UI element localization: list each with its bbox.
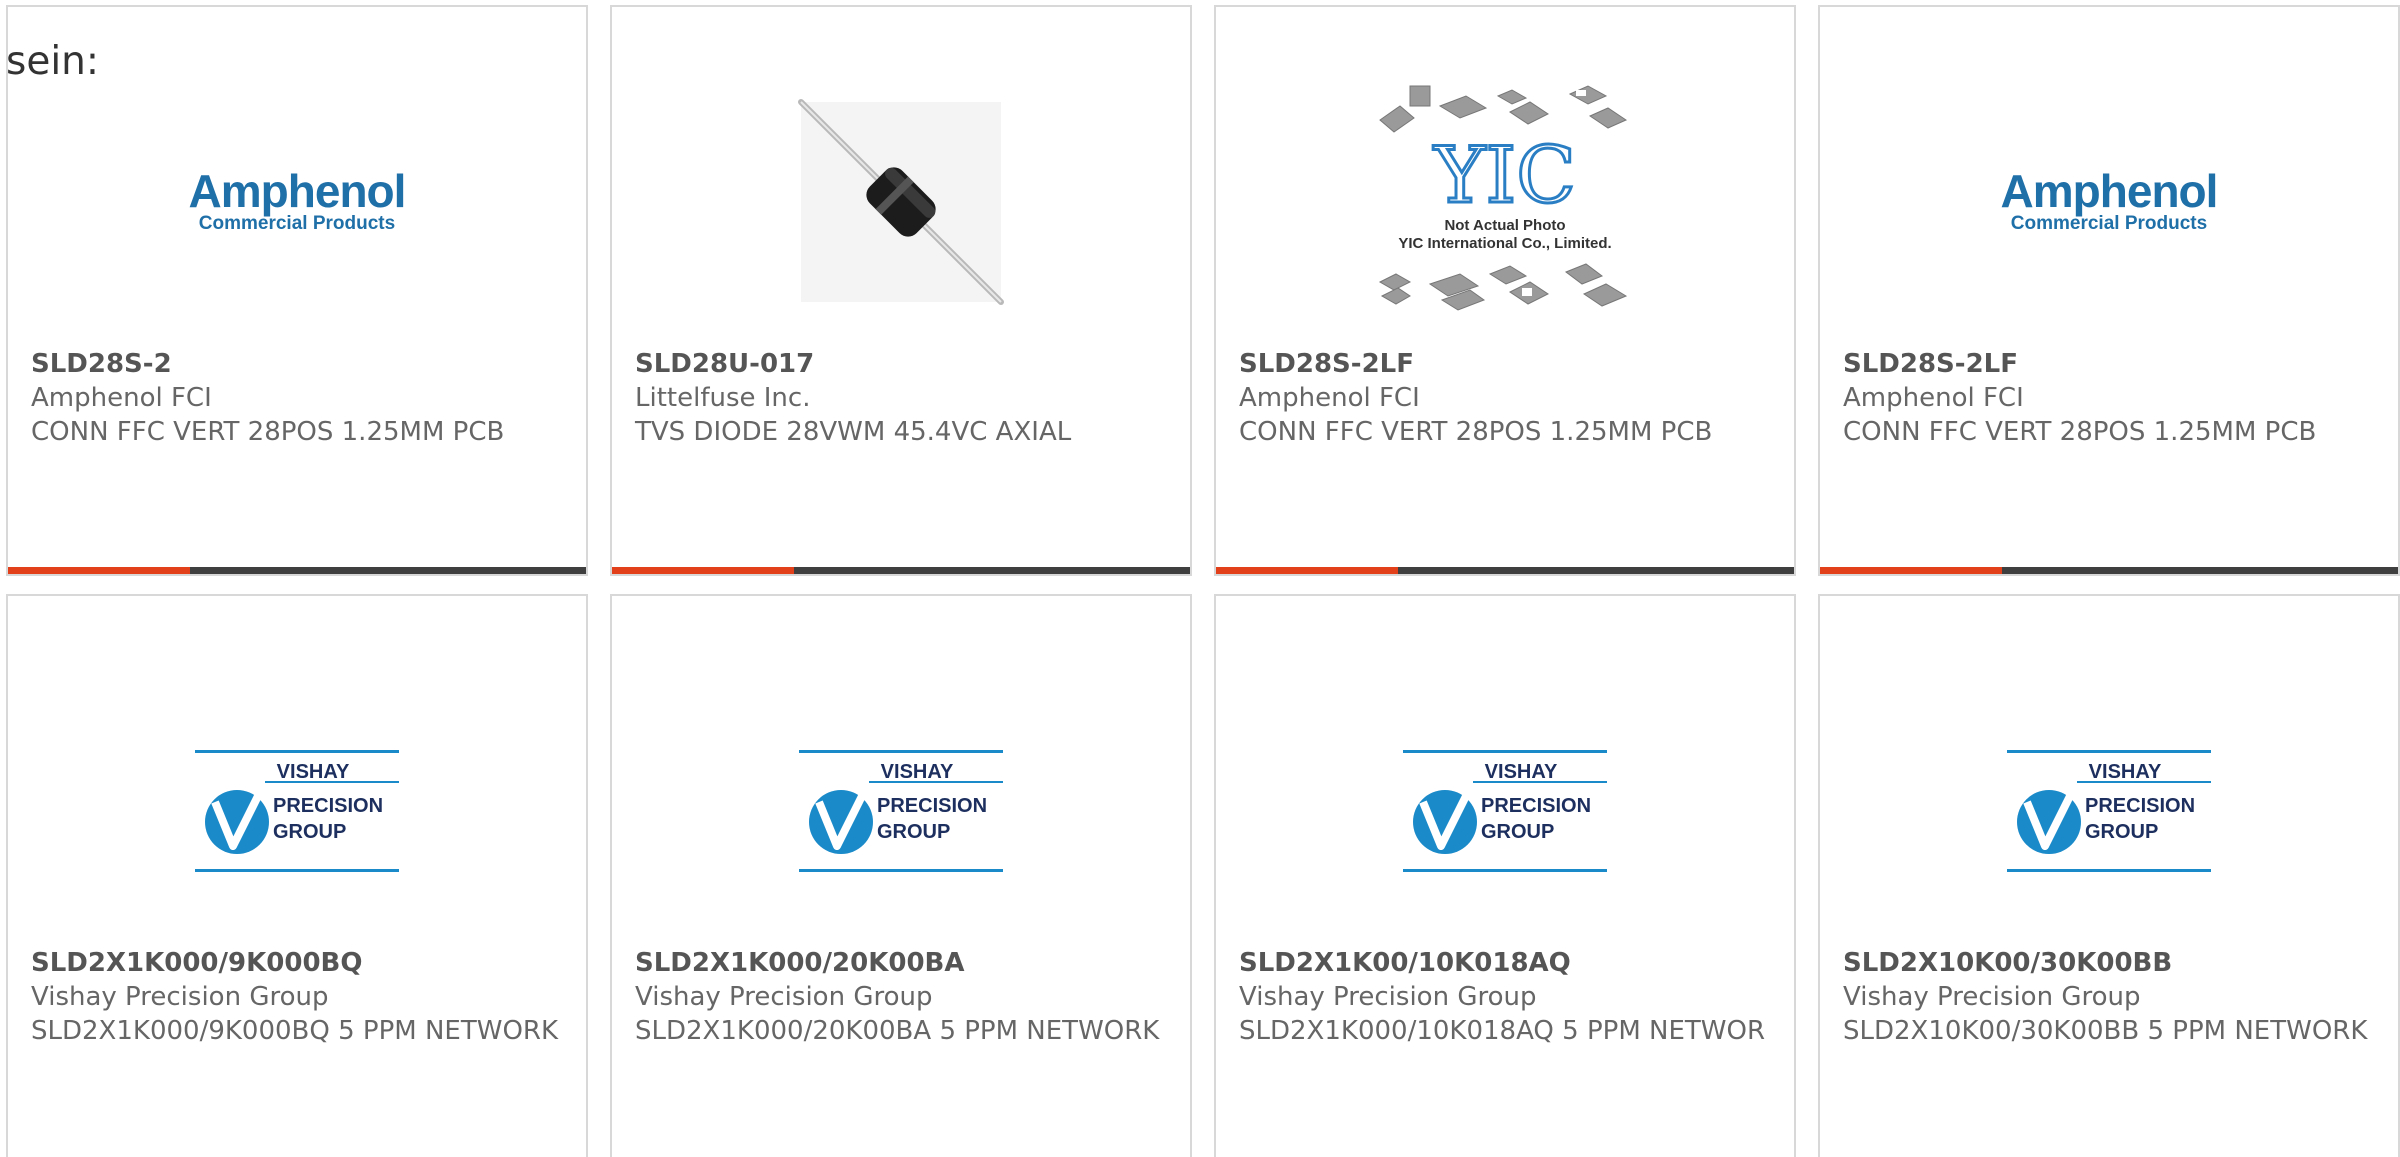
part-number-link[interactable]: SLD28S-2	[31, 347, 563, 381]
card-accent-bar	[8, 567, 190, 574]
product-image: VISHAY PRECISION GROUP	[1820, 676, 2398, 946]
product-card[interactable]: VISHAY PRECISION GROUP SLD2X10K00/30K00B…	[1818, 594, 2400, 1157]
vishay-logo-line2: PRECISION	[273, 795, 383, 817]
yic-caption-line1: Not Actual Photo	[1444, 217, 1565, 234]
product-image: VISHAY PRECISION GROUP	[8, 676, 586, 946]
manufacturer: Vishay Precision Group	[31, 982, 329, 1012]
product-card[interactable]: YIC Not Actual Photo YIC International C…	[1214, 5, 1796, 576]
amphenol-logo-sub: Commercial Products	[2010, 213, 2208, 234]
vishay-logo-line1: VISHAY	[1485, 761, 1558, 783]
card-accent-bar	[1216, 567, 1398, 574]
product-info: SLD28S-2LF Amphenol FCI CONN FFC VERT 28…	[1843, 347, 2375, 449]
description: CONN FFC VERT 28POS 1.25MM PCB	[1843, 417, 2317, 447]
product-image	[612, 67, 1190, 337]
vishay-logo-line3: GROUP	[273, 821, 346, 843]
product-info: SLD28U-017 Littelfuse Inc. TVS DIODE 28V…	[635, 347, 1167, 449]
card-bottom-bar	[8, 567, 586, 574]
product-info: SLD28S-2 Amphenol FCI CONN FFC VERT 28PO…	[31, 347, 563, 449]
description: SLD2X1K000/20K00BA 5 PPM NETWORK	[635, 1016, 1160, 1046]
description: CONN FFC VERT 28POS 1.25MM PCB	[31, 417, 505, 447]
vishay-logo-line1: VISHAY	[2089, 761, 2162, 783]
manufacturer: Amphenol FCI	[31, 383, 212, 413]
manufacturer: Amphenol FCI	[1843, 383, 2024, 413]
vishay-logo-line3: GROUP	[877, 821, 950, 843]
product-image: VISHAY PRECISION GROUP	[612, 676, 1190, 946]
product-card[interactable]: VISHAY PRECISION GROUP SLD2X1K00/10K018A…	[1214, 594, 1796, 1157]
description: CONN FFC VERT 28POS 1.25MM PCB	[1239, 417, 1713, 447]
vishay-logo: VISHAY PRECISION GROUP	[195, 750, 399, 872]
vishay-logo-line2: PRECISION	[1481, 795, 1591, 817]
product-grid: Amphenol Commercial Products SLD28S-2 Am…	[6, 5, 2400, 1157]
part-number-link[interactable]: SLD2X1K00/10K018AQ	[1239, 946, 1771, 980]
description: SLD2X10K00/30K00BB 5 PPM NETWORK	[1843, 1016, 2368, 1046]
product-info: SLD2X1K000/9K000BQ Vishay Precision Grou…	[31, 946, 563, 1048]
product-image: Amphenol Commercial Products	[8, 67, 586, 337]
card-bottom-bar	[1216, 567, 1794, 574]
product-card[interactable]: VISHAY PRECISION GROUP SLD2X1K000/9K000B…	[6, 594, 588, 1157]
part-number-link[interactable]: SLD2X1K000/9K000BQ	[31, 946, 563, 980]
product-info: SLD2X10K00/30K00BB Vishay Precision Grou…	[1843, 946, 2375, 1048]
page: sein: Amphenol Commercial Products SLD28…	[0, 0, 2400, 1157]
product-info: SLD2X1K00/10K018AQ Vishay Precision Grou…	[1239, 946, 1771, 1048]
yic-caption-line2: YIC International Co., Limited.	[1398, 235, 1611, 252]
card-accent-bar	[1820, 567, 2002, 574]
part-number-link[interactable]: SLD2X10K00/30K00BB	[1843, 946, 2375, 980]
manufacturer: Vishay Precision Group	[1239, 982, 1537, 1012]
amphenol-logo-name: Amphenol	[2000, 165, 2219, 217]
card-bottom-bar	[1820, 567, 2398, 574]
amphenol-logo-name: Amphenol	[188, 165, 407, 217]
card-bottom-bar	[612, 567, 1190, 574]
axial-diode-photo	[798, 99, 1004, 305]
product-card[interactable]: Amphenol Commercial Products SLD28S-2LF …	[1818, 5, 2400, 576]
part-number-link[interactable]: SLD28S-2LF	[1239, 347, 1771, 381]
product-card[interactable]: Amphenol Commercial Products SLD28S-2 Am…	[6, 5, 588, 576]
product-info: SLD2X1K000/20K00BA Vishay Precision Grou…	[635, 946, 1167, 1048]
vishay-logo: VISHAY PRECISION GROUP	[799, 750, 1003, 872]
product-card[interactable]: SLD28U-017 Littelfuse Inc. TVS DIODE 28V…	[610, 5, 1192, 576]
amphenol-logo: Amphenol Commercial Products	[2000, 165, 2219, 235]
vishay-logo-line3: GROUP	[1481, 821, 1554, 843]
vishay-logo-line1: VISHAY	[277, 761, 350, 783]
product-card[interactable]: VISHAY PRECISION GROUP SLD2X1K000/20K00B…	[610, 594, 1192, 1157]
yic-placeholder-image: YIC Not Actual Photo YIC International C…	[1378, 85, 1628, 311]
manufacturer: Littelfuse Inc.	[635, 383, 811, 413]
product-image: VISHAY PRECISION GROUP	[1216, 676, 1794, 946]
lead-text: sein:	[6, 39, 100, 84]
manufacturer: Vishay Precision Group	[635, 982, 933, 1012]
part-number-link[interactable]: SLD28U-017	[635, 347, 1167, 381]
description: SLD2X1K000/10K018AQ 5 PPM NETWOR	[1239, 1016, 1766, 1046]
description: SLD2X1K000/9K000BQ 5 PPM NETWORK	[31, 1016, 559, 1046]
amphenol-logo-sub: Commercial Products	[198, 213, 396, 234]
part-number-link[interactable]: SLD28S-2LF	[1843, 347, 2375, 381]
manufacturer: Amphenol FCI	[1239, 383, 1420, 413]
yic-mark: YIC	[1433, 131, 1576, 221]
vishay-logo: VISHAY PRECISION GROUP	[1403, 750, 1607, 872]
product-image: Amphenol Commercial Products	[1820, 67, 2398, 337]
vishay-logo-line1: VISHAY	[881, 761, 954, 783]
amphenol-logo: Amphenol Commercial Products	[188, 165, 407, 235]
card-accent-bar	[612, 567, 794, 574]
part-number-link[interactable]: SLD2X1K000/20K00BA	[635, 946, 1167, 980]
product-image: YIC Not Actual Photo YIC International C…	[1216, 67, 1794, 337]
vishay-logo-line3: GROUP	[2085, 821, 2158, 843]
vishay-logo-line2: PRECISION	[877, 795, 987, 817]
manufacturer: Vishay Precision Group	[1843, 982, 2141, 1012]
vishay-logo-line2: PRECISION	[2085, 795, 2195, 817]
product-info: SLD28S-2LF Amphenol FCI CONN FFC VERT 28…	[1239, 347, 1771, 449]
description: TVS DIODE 28VWM 45.4VC AXIAL	[635, 417, 1072, 447]
vishay-logo: VISHAY PRECISION GROUP	[2007, 750, 2211, 872]
